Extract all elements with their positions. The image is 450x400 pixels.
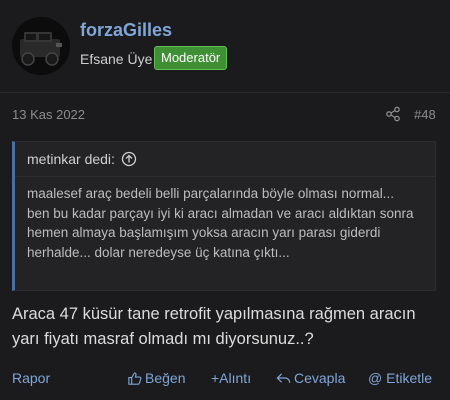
like-label: Beğen bbox=[145, 370, 186, 386]
quote-label: +Alıntı bbox=[211, 370, 252, 386]
report-button[interactable]: Rapor bbox=[12, 370, 50, 386]
reply-label: Cevapla bbox=[294, 370, 346, 386]
quote-button[interactable]: +Alıntı bbox=[211, 370, 251, 386]
post-actions: Rapor Beğen +Alıntı Cevapla @ Etiketle bbox=[0, 370, 450, 392]
quote-text: maalesef araç bedeli belli parçalarında … bbox=[27, 186, 414, 260]
quote-header[interactable]: metinkar dedi: bbox=[27, 151, 137, 167]
header-divider bbox=[0, 92, 450, 93]
quote-block: metinkar dedi: maalesef araç bedeli bell… bbox=[12, 141, 436, 291]
moderator-badge: Moderatör bbox=[154, 46, 228, 70]
thumbs-up-icon bbox=[128, 371, 142, 385]
post-header: forzaGilles Efsane Üye Moderatör bbox=[0, 0, 450, 88]
avatar[interactable] bbox=[12, 17, 70, 75]
quote-separator bbox=[15, 176, 435, 177]
username[interactable]: forzaGilles bbox=[80, 20, 172, 41]
reply-arrow-icon bbox=[276, 372, 291, 383]
post-body: Araca 47 küsür tane retrofit yapılmasına… bbox=[12, 305, 416, 348]
user-title: Efsane Üye bbox=[80, 51, 153, 67]
like-button[interactable]: Beğen bbox=[127, 370, 185, 386]
tag-button[interactable]: @ Etiketle bbox=[368, 370, 432, 386]
jump-to-quote-icon[interactable] bbox=[121, 151, 137, 167]
post-number[interactable]: #48 bbox=[414, 107, 436, 122]
tag-label: @ Etiketle bbox=[368, 370, 433, 386]
quote-author[interactable]: metinkar dedi: bbox=[27, 151, 115, 167]
share-icon[interactable] bbox=[385, 106, 401, 122]
reply-button[interactable]: Cevapla bbox=[276, 370, 345, 386]
report-label: Rapor bbox=[12, 370, 51, 386]
post-date[interactable]: 13 Kas 2022 bbox=[12, 107, 85, 122]
